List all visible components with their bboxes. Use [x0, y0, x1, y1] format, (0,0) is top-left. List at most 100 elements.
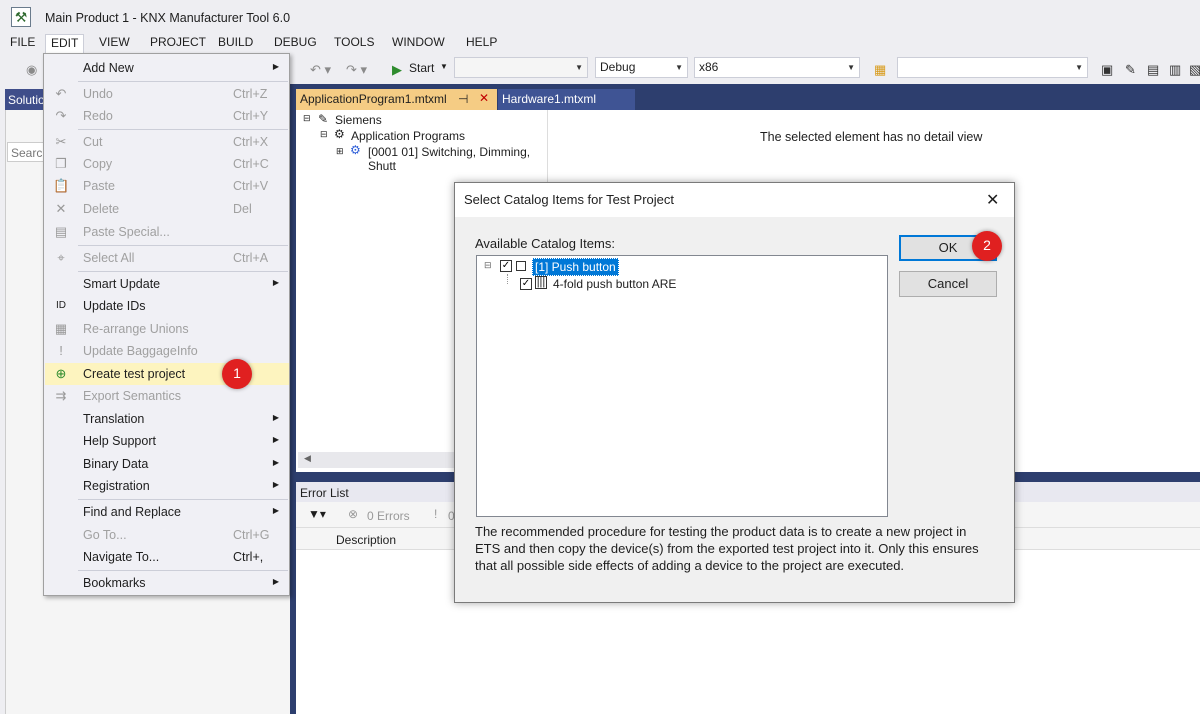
error-count-button[interactable]: 0 Errors: [367, 509, 410, 523]
cancel-button[interactable]: Cancel: [899, 271, 997, 297]
edit-menu-item-copy[interactable]: ❐ Copy Ctrl+C: [45, 153, 289, 175]
menu-file[interactable]: FILE: [10, 35, 35, 54]
tab-application-program[interactable]: ApplicationProgram1.mtxml ⊣ ✕: [296, 89, 497, 110]
menu-item-shortcut: Ctrl+X: [233, 135, 269, 149]
catalog-node-icon: [516, 261, 526, 271]
tab-hardware[interactable]: Hardware1.mtxml: [498, 89, 635, 110]
config-value: Debug: [600, 60, 636, 74]
menu-project[interactable]: PROJECT: [150, 35, 206, 54]
edit-menu-item-paste[interactable]: 📋 Paste Ctrl+V: [45, 175, 289, 197]
submenu-arrow-icon: ▶: [272, 435, 279, 444]
edit-menu-item-navigate-to[interactable]: Navigate To... Ctrl+,: [45, 546, 289, 568]
menu-item-label: Add New: [83, 61, 134, 75]
catalog-item-push-button[interactable]: [1] Push button: [532, 258, 619, 276]
cut-icon: ✂: [55, 134, 67, 149]
scroll-left-icon[interactable]: ◀: [304, 453, 311, 464]
menu-separator: [78, 499, 288, 500]
undo-toolbar-icon[interactable]: ↶ ▾: [310, 62, 331, 78]
menu-build[interactable]: BUILD: [218, 35, 253, 54]
create-project-icon: ⊕: [55, 366, 67, 381]
gear-icon: ⚙: [334, 127, 345, 141]
tree-root[interactable]: Siemens: [335, 113, 382, 127]
properties-icon[interactable]: ▥: [1169, 62, 1181, 78]
edit-menu-item-export-semantics[interactable]: ⇉ Export Semantics: [45, 385, 289, 407]
tree-app-programs[interactable]: Application Programs: [351, 129, 465, 143]
edit-menu-item-paste-special[interactable]: ▤ Paste Special...: [45, 221, 289, 243]
baggage-icon: !: [59, 343, 63, 358]
edit-menu-item-select-all[interactable]: ⌖ Select All Ctrl+A: [45, 247, 289, 269]
horizontal-scrollbar[interactable]: ◀: [298, 452, 458, 468]
edit-menu-item-bookmarks[interactable]: Bookmarks ▶: [45, 572, 289, 594]
menu-item-label: Binary Data: [83, 457, 149, 471]
available-items-label: Available Catalog Items:: [475, 236, 615, 251]
dialog-note: The recommended procedure for testing th…: [475, 524, 979, 573]
edit-menu-item-undo[interactable]: ↶ Undo Ctrl+Z: [45, 83, 289, 105]
menu-edit[interactable]: EDIT: [45, 34, 85, 54]
menu-item-shortcut: Ctrl+Y: [233, 109, 269, 123]
expand-icon[interactable]: ⊞: [336, 146, 344, 157]
copy-icon: ❐: [55, 156, 67, 171]
target-combo[interactable]: ▼: [454, 57, 588, 78]
start-dropdown-icon[interactable]: ▼: [440, 62, 448, 71]
menu-item-label: Redo: [83, 109, 113, 123]
menu-item-label: Smart Update: [83, 277, 161, 291]
start-icon[interactable]: ▶: [392, 62, 402, 78]
filter-icon[interactable]: ▼▾: [308, 507, 326, 521]
config-combo[interactable]: Debug ▼: [595, 57, 688, 78]
collapse-icon[interactable]: ⊟: [303, 113, 311, 124]
catalog-checkbox[interactable]: ✓: [500, 260, 512, 272]
menu-help[interactable]: HELP: [466, 35, 497, 54]
collapse-icon[interactable]: ⊟: [484, 260, 492, 271]
menu-separator: [78, 271, 288, 272]
export-icon: ⇉: [55, 388, 67, 403]
menu-separator: [78, 245, 288, 246]
edit-menu-item-help-support[interactable]: Help Support ▶: [45, 430, 289, 452]
edit-menu-item-redo[interactable]: ↷ Redo Ctrl+Y: [45, 105, 289, 127]
back-icon[interactable]: ◉: [26, 62, 37, 78]
wrench-icon[interactable]: ✎: [1125, 62, 1136, 78]
more-icon[interactable]: ▧: [1189, 62, 1200, 78]
platform-combo[interactable]: x86 ▼: [694, 57, 860, 78]
menu-view[interactable]: VIEW: [99, 35, 130, 54]
edit-menu-item-go-to[interactable]: Go To... Ctrl+G: [45, 524, 289, 546]
edit-menu-item-re-arrange-unions[interactable]: ▦ Re-arrange Unions: [45, 318, 289, 340]
update-ids-icon: ID: [56, 300, 66, 311]
edit-menu-item-add-new[interactable]: Add New ▶: [45, 57, 289, 79]
find-icon[interactable]: ▦: [874, 62, 886, 78]
window-icon[interactable]: ▣: [1101, 62, 1113, 78]
edit-menu-item-update-baggageinfo[interactable]: ! Update BaggageInfo: [45, 340, 289, 362]
edit-menu-item-binary-data[interactable]: Binary Data ▶: [45, 453, 289, 475]
close-icon[interactable]: ✕: [986, 190, 999, 210]
collapse-icon[interactable]: ⊟: [320, 129, 328, 140]
edit-menu-item-cut[interactable]: ✂ Cut Ctrl+X: [45, 131, 289, 153]
catalog-checkbox[interactable]: ✓: [520, 278, 532, 290]
start-button[interactable]: Start: [409, 61, 434, 75]
menu-window[interactable]: WINDOW: [392, 35, 445, 54]
edit-menu-item-smart-update[interactable]: Smart Update ▶: [45, 273, 289, 295]
edit-menu-item-find-and-replace[interactable]: Find and Replace ▶: [45, 501, 289, 523]
search-combo[interactable]: ▼: [897, 57, 1088, 78]
column-description[interactable]: Description: [336, 533, 396, 547]
menu-item-label: Cut: [83, 135, 103, 149]
catalog-item-device[interactable]: 4-fold push button ARE: [553, 277, 676, 291]
menu-item-label: Paste: [83, 179, 115, 193]
edit-menu-item-delete[interactable]: ✕ Delete Del: [45, 198, 289, 220]
menu-separator: [78, 570, 288, 571]
pin-icon[interactable]: ⊣: [458, 92, 468, 106]
menu-debug[interactable]: DEBUG: [274, 35, 317, 54]
toolbox-icon[interactable]: ▤: [1147, 62, 1159, 78]
close-tab-icon[interactable]: ✕: [479, 91, 489, 105]
edit-menu-item-translation[interactable]: Translation ▶: [45, 408, 289, 430]
edit-menu-item-update-ids[interactable]: ID Update IDs: [45, 295, 289, 317]
redo-toolbar-icon[interactable]: ↷ ▾: [346, 62, 367, 78]
menu-item-shortcut: Del: [233, 202, 252, 216]
menu-item-label: Select All: [83, 251, 135, 265]
tree-app-item[interactable]: [0001 01] Switching, Dimming, Shutt: [368, 145, 547, 173]
edit-menu-item-registration[interactable]: Registration ▶: [45, 475, 289, 497]
edit-menu-item-create-test-project[interactable]: ⊕ Create test project: [45, 363, 289, 385]
catalog-tree[interactable]: ⊟ ✓ [1] Push button ✓ ||| 4-fold push bu…: [476, 255, 888, 517]
menu-tools[interactable]: TOOLS: [334, 35, 374, 54]
menu-item-label: Delete: [83, 202, 120, 216]
submenu-arrow-icon: ▶: [272, 278, 279, 287]
step-badge-2: 2: [972, 231, 1002, 261]
